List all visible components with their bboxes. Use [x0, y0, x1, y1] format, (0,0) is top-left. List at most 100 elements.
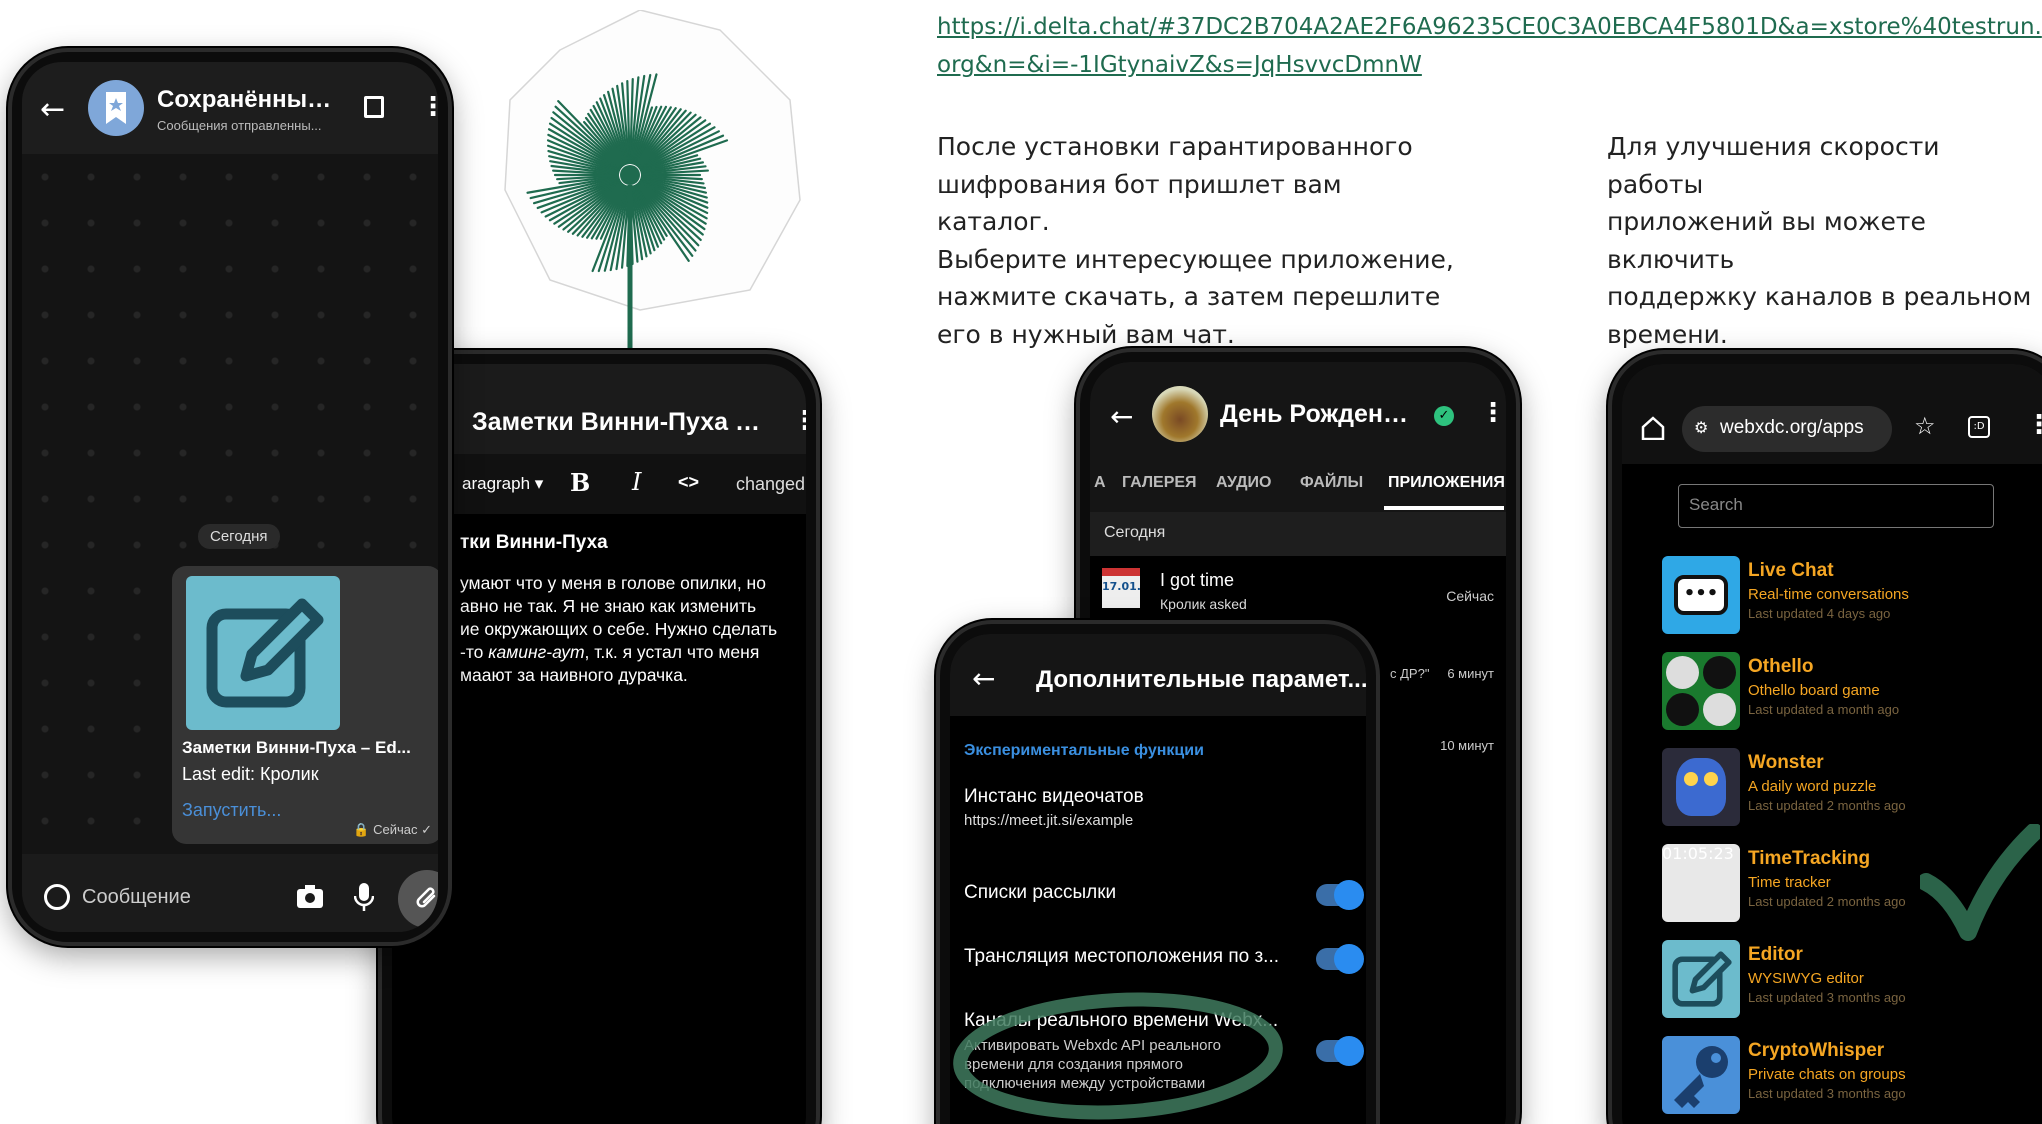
body-line: ие окружающих о себе. Нужно сделать — [460, 619, 778, 639]
store-app-item[interactable]: ••• Live Chat Real-time conversations Last … — [1662, 556, 2042, 646]
message-time: 🔒 Сейчас ✓ — [353, 822, 432, 837]
more-vert-icon[interactable]: ⋮ — [792, 406, 806, 436]
style-select-label: aragraph — [462, 474, 531, 493]
app-time: Сейчас — [1446, 588, 1494, 604]
tab-audio[interactable]: АУДИО — [1216, 474, 1271, 492]
document-body[interactable]: умают что у меня в голове опилки, но авн… — [460, 572, 806, 687]
settings-section-title: Экспериментальные функции — [964, 742, 1204, 759]
mailing-lists-toggle[interactable] — [1316, 880, 1364, 910]
tab-gallery[interactable]: ГАЛЕРЕЯ — [1122, 474, 1197, 492]
webxdc-message-card[interactable]: Заметки Винни-Пуха – Ed... Last edit: Кр… — [172, 566, 438, 844]
body-line: умают что у меня в голове опилки, но — [460, 573, 766, 593]
mailing-lists-label[interactable]: Списки рассылки — [964, 882, 1116, 904]
paragraph-line: нажмите скачать, а затем перешлите — [937, 282, 1441, 311]
tabs-count-icon[interactable]: :D — [1968, 416, 1990, 438]
camera-icon[interactable] — [296, 884, 324, 910]
store-app-item[interactable]: CryptoWhisper Private chats on groups Last… — [1662, 1036, 2042, 1124]
edit-icon — [1662, 940, 1740, 1018]
site-settings-icon[interactable]: ⚙ — [1694, 418, 1708, 438]
body-text: , т.к. я устал что меня — [584, 642, 760, 662]
app-updated: Last updated 2 months ago — [1748, 798, 1906, 813]
paragraph-line: шифрования бот пришлет вам каталог. — [937, 169, 1342, 237]
chat-title: Сохранённые... — [157, 86, 337, 113]
launch-link[interactable]: Запустить... — [182, 800, 281, 821]
body-text: -то — [460, 642, 489, 662]
app-updated: Last updated 2 months ago — [1748, 894, 1906, 909]
invite-link[interactable]: https://i.delta.chat/#37DC2B704A2AE2F6A9… — [937, 8, 2042, 84]
invite-link-line-2[interactable]: org&n=&i=-1IGtynaivZ&s=JqHsvvcDmnW — [937, 46, 2042, 84]
more-vert-icon[interactable]: ⋮ — [420, 92, 438, 122]
message-time-text: Сейчас — [373, 822, 418, 837]
paragraph-line: Выберите интересующее приложение, — [937, 244, 1454, 274]
tab-files[interactable]: ФАЙЛЫ — [1300, 474, 1363, 492]
app-list-item[interactable]: 17.01. I got time Кролик asked Сейчас — [1090, 558, 1506, 628]
body-line: маают за наивного дурачка. — [460, 665, 688, 685]
monster-icon — [1662, 748, 1740, 826]
app-description: Real-time conversations — [1748, 586, 1909, 603]
paragraph-line: Для улучшения скорости работы — [1607, 132, 1940, 199]
store-app-item[interactable]: Othello Othello board game Last updated a … — [1662, 652, 2042, 742]
emoji-icon[interactable] — [44, 884, 70, 910]
saved-avatar[interactable] — [88, 80, 144, 136]
realtime-paragraph: Для улучшения скорости работы приложений… — [1607, 128, 2042, 353]
save-status: changed — [736, 474, 806, 494]
more-vert-icon[interactable]: ⋮ — [1480, 398, 1506, 428]
realtime-channels-toggle[interactable] — [1316, 1036, 1364, 1066]
location-streaming-toggle[interactable] — [1316, 944, 1364, 974]
home-icon[interactable] — [1640, 416, 1666, 440]
app-name: TimeTracking — [1748, 848, 1871, 869]
video-instance-value: https://meet.jit.si/example — [964, 812, 1134, 829]
style-select[interactable]: aragraph ▾ — [462, 474, 543, 494]
othello-board-icon — [1662, 652, 1740, 730]
app-name: Wonster — [1748, 752, 1824, 773]
back-arrow-icon[interactable]: ← — [972, 662, 995, 695]
app-description: A daily word puzzle — [1748, 778, 1877, 795]
collage: https://i.delta.chat/#37DC2B704A2AE2F6A9… — [0, 0, 2042, 1124]
store-app-item[interactable]: Editor WYSIWYG editor Last updated 3 month… — [1662, 940, 2042, 1030]
section-label: Сегодня — [1104, 524, 1166, 541]
address-bar[interactable]: ⚙ webxdc.org/apps — [1682, 406, 1892, 452]
app-updated: Last updated a month ago — [1748, 702, 1900, 717]
paragraph-line: поддержку каналов в реальном — [1607, 282, 2032, 311]
document-heading: тки Винни-Пуха — [460, 532, 608, 553]
invite-link-line-1[interactable]: https://i.delta.chat/#37DC2B704A2AE2F6A9… — [937, 8, 2042, 46]
dandelion-illustration — [504, 10, 801, 355]
partial-row-time: 6 минут — [1447, 666, 1494, 681]
code-button[interactable]: <> — [678, 472, 699, 493]
map-icon[interactable] — [364, 96, 384, 118]
group-avatar[interactable] — [1152, 386, 1208, 442]
partial-row-time: 10 минут — [1440, 738, 1494, 753]
chat-bubble-icon: ••• — [1662, 556, 1740, 634]
message-input[interactable]: Сообщение — [82, 886, 191, 909]
more-vert-icon[interactable]: ⋮ — [2026, 410, 2042, 440]
editor-title: Заметки Винни-Пуха –... — [472, 408, 762, 436]
paragraph-line: времени. — [1607, 319, 1728, 349]
microphone-icon[interactable] — [354, 882, 374, 912]
bookmark-star-icon — [106, 92, 126, 124]
calendar-app-icon: 17.01. — [1102, 568, 1141, 608]
card-subtitle: Last edit: Кролик — [182, 764, 319, 784]
tab-apps-underline — [1384, 506, 1504, 510]
app-description: Private chats on groups — [1748, 1066, 1906, 1083]
tab-apps[interactable]: ПРИЛОЖЕНИЯ — [1388, 474, 1505, 492]
app-description: WYSIWYG editor — [1748, 970, 1864, 987]
app-description: Time tracker — [1748, 874, 1831, 891]
italic-button[interactable]: I — [632, 468, 641, 496]
back-arrow-icon[interactable]: ← — [1110, 400, 1133, 433]
app-name: Editor — [1748, 944, 1803, 965]
search-input[interactable]: Search — [1678, 484, 1994, 528]
checkmark-brush-icon — [1920, 824, 2040, 941]
body-line: авно не так. Я не знаю как изменить — [460, 596, 757, 616]
bold-button[interactable]: B — [570, 468, 590, 497]
app-updated: Last updated 3 months ago — [1748, 990, 1906, 1005]
paragraph-line: После установки гарантированного — [937, 132, 1413, 161]
video-instance-label[interactable]: Инстанс видеочатов — [964, 786, 1144, 808]
tab-partial[interactable]: А — [1094, 474, 1106, 492]
app-updated: Last updated 3 months ago — [1748, 1086, 1906, 1101]
date-chip: Сегодня — [198, 524, 280, 549]
app-name: Othello — [1748, 656, 1814, 677]
bookmark-star-icon[interactable]: ☆ — [1914, 412, 1936, 440]
phone-webxdc-store: ⚙ webxdc.org/apps ☆ :D ⋮ Search ••• Live … — [1608, 350, 2042, 1124]
back-arrow-icon[interactable]: ← — [40, 92, 65, 127]
location-streaming-label[interactable]: Трансляция местоположения по з... — [964, 946, 1294, 968]
